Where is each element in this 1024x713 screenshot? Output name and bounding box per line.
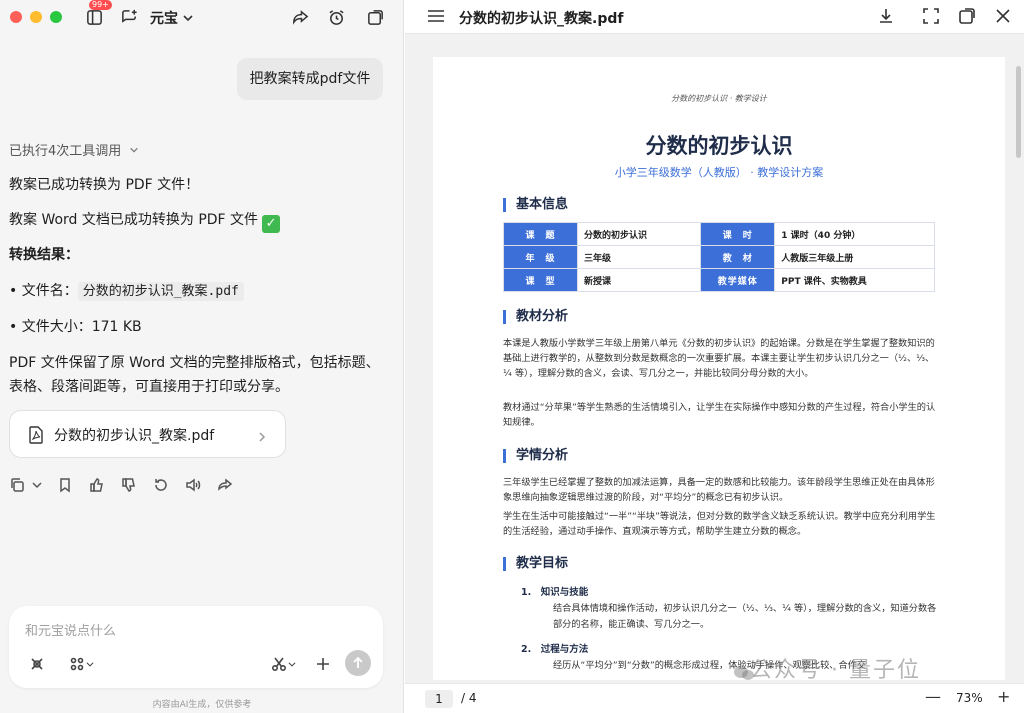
composer-placeholder[interactable]: 和元宝说点什么 [25, 620, 116, 639]
download-icon[interactable] [877, 7, 897, 27]
filename-code: 分数的初步认识_教案.pdf [77, 282, 244, 301]
table-label: 教 材 [700, 245, 776, 269]
students-paragraph-1: 三年级学生已经掌握了整数的加减法运算，具备一定的数感和比较能力。该年龄段学生思维… [503, 477, 935, 503]
table-row: 课 题 分数的初步认识 课 时 1 课时（40 分钟） [503, 222, 935, 246]
section-goals: 教学目标 [503, 557, 568, 571]
tool-calls-toggle[interactable]: 已执行4次工具调用 [9, 140, 139, 159]
scrollbar-thumb[interactable] [1016, 66, 1021, 158]
bookmark-icon[interactable] [57, 477, 75, 495]
window-zoom-button[interactable] [50, 11, 62, 23]
reply-success-line: 教案已成功转换为 PDF 文件！ [9, 177, 200, 193]
goal-1-title: 1. 知识与技能 [521, 587, 589, 598]
filesize-line: • 文件大小：171 KB [9, 319, 142, 335]
window-close-button[interactable] [10, 11, 22, 23]
pdf-file-card[interactable]: 分数的初步认识_教案.pdf [9, 410, 286, 458]
regenerate-icon[interactable] [153, 477, 171, 495]
scissors-icon[interactable] [271, 654, 297, 674]
material-paragraph-1: 本课是人教版小学数学三年级上册第八单元《分数的初步认识》的起始课。分数是在学生掌… [503, 338, 935, 379]
reply-converted-line: 教案 Word 文档已成功转换为 PDF 文件 ✓ [9, 210, 281, 233]
watermark-text: 公众号 · 量子位 [750, 658, 921, 683]
thumbs-down-icon[interactable] [121, 477, 139, 495]
material-paragraph-2: 教材通过“分苹果”等学生熟悉的生活情境引入，让学生在实际操作中感知分数的产生过程… [503, 402, 936, 428]
table-cell: 人教版三年级上册 [774, 245, 935, 269]
pdf-file-icon [28, 426, 44, 448]
section-basic-info: 基本信息 [503, 198, 568, 212]
summary-line-2: 表格、段落间距等，可直接用于打印或分享。 [9, 379, 289, 395]
user-message-bubble: 把教案转成pdf文件 [237, 58, 383, 100]
table-label: 教学媒体 [700, 268, 776, 292]
viewer-footer: 1 / 4 — 73% + [405, 683, 1024, 713]
chevron-down-icon[interactable] [182, 9, 194, 28]
speaker-icon[interactable] [185, 477, 203, 495]
goal-2-title: 2. 过程与方法 [521, 644, 589, 655]
thumbs-up-icon[interactable] [89, 477, 107, 495]
table-row: 年 级 三年级 教 材 人教版三年级上册 [503, 245, 935, 269]
table-cell: 新授课 [576, 268, 702, 292]
chevron-down-icon [129, 144, 139, 159]
share-icon[interactable] [289, 6, 311, 28]
table-cell: 三年级 [576, 245, 702, 269]
section-material: 教材分析 [503, 310, 568, 324]
model-icon[interactable] [29, 654, 45, 674]
doc-title: 分数的初步认识 [645, 134, 793, 158]
add-icon[interactable] [315, 654, 331, 674]
ai-disclaimer: 内容由AI生成，仅供参考 [152, 700, 252, 710]
zoom-level[interactable]: 73% [956, 691, 983, 705]
copy-icon[interactable] [9, 477, 27, 495]
zoom-in-button[interactable]: + [997, 687, 1010, 706]
message-composer[interactable]: 和元宝说点什么 [9, 606, 383, 688]
plugins-icon[interactable] [69, 654, 95, 674]
pdf-viewer: 分数的初步认识_教案.pdf 分数的初步认识 · 教学设计 分数的初步认识 小学… [405, 0, 1024, 713]
notification-badge: 99+ [89, 0, 112, 10]
viewer-toolbar: 分数的初步认识_教案.pdf [405, 0, 1024, 34]
table-label: 课 型 [503, 268, 578, 292]
fullscreen-icon[interactable] [922, 7, 942, 27]
chat-pane: 99+ 元宝 把教案转成pdf文件 已执行4次工具调用 教案已成功转换为 PDF… [0, 0, 404, 713]
app-name-menu[interactable]: 元宝 [150, 8, 178, 28]
chevron-right-icon [257, 428, 267, 447]
close-icon[interactable] [994, 7, 1014, 27]
chevron-down-icon[interactable] [29, 477, 47, 495]
alarm-clock-icon[interactable] [325, 6, 347, 28]
zoom-out-button[interactable]: — [925, 687, 941, 706]
goal-1-text: 结合具体情境和操作活动，初步认识几分之一（½、⅓、¼ 等），理解分数的含义，知道… [553, 603, 937, 630]
send-button[interactable] [345, 650, 371, 676]
share-icon[interactable] [217, 477, 235, 495]
summary-line-1: PDF 文件保留了原 Word 文档的完整排版格式，包括标题、 [9, 355, 380, 371]
table-label: 年 级 [503, 245, 578, 269]
filename-line: • 文件名： 分数的初步认识_教案.pdf [9, 281, 244, 302]
basic-info-table: 课 题 分数的初步认识 课 时 1 课时（40 分钟） 年 级 三年级 教 材 … [503, 222, 935, 292]
window-minimize-button[interactable] [30, 11, 42, 23]
doc-running-header: 分数的初步认识 · 教学设计 [671, 94, 767, 103]
page-number-input[interactable]: 1 [425, 690, 453, 708]
new-chat-icon[interactable] [118, 6, 140, 28]
page-total: / 4 [461, 691, 477, 705]
table-cell: PPT 课件、实物教具 [774, 268, 935, 292]
pdf-page: 分数的初步认识 · 教学设计 分数的初步认识 小学三年级数学（人教版） · 教学… [433, 57, 1005, 680]
doc-subtitle: 小学三年级数学（人教版） · 教学设计方案 [614, 166, 824, 179]
pop-out-icon[interactable] [958, 7, 978, 27]
table-label: 课 时 [700, 222, 776, 246]
table-cell: 分数的初步认识 [576, 222, 702, 246]
result-heading: 转换结果： [9, 247, 79, 263]
table-cell: 1 课时（40 分钟） [774, 222, 935, 246]
chat-titlebar: 99+ 元宝 [0, 0, 404, 36]
pdf-file-name: 分数的初步认识_教案.pdf [54, 428, 215, 444]
section-students: 学情分析 [503, 449, 568, 463]
check-mark-icon: ✓ [262, 215, 281, 233]
viewer-title: 分数的初步认识_教案.pdf [459, 11, 624, 27]
tool-calls-label: 已执行4次工具调用 [9, 144, 122, 159]
new-window-icon[interactable] [364, 6, 386, 28]
menu-icon[interactable] [427, 8, 445, 28]
filename-label: • 文件名： [9, 283, 78, 299]
reply-converted-text: 教案 Word 文档已成功转换为 PDF 文件 [9, 212, 259, 228]
table-row: 课 型 新授课 教学媒体 PPT 课件、实物教具 [503, 268, 935, 292]
table-label: 课 题 [503, 222, 578, 246]
students-paragraph-2: 学生在生活中可能接触过“一半”“半块”等说法，但对分数的数学含义缺乏系统认识。教… [503, 511, 936, 537]
